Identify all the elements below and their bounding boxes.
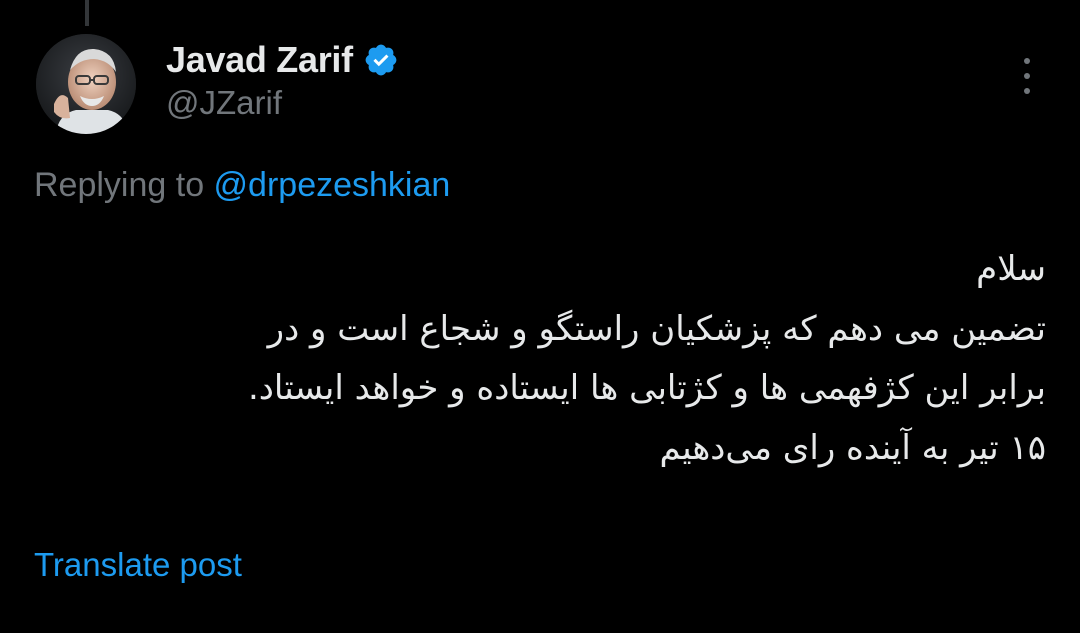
author-display-name[interactable]: Javad Zarif	[166, 39, 353, 81]
more-dot	[1024, 73, 1030, 79]
avatar[interactable]	[36, 34, 136, 134]
post-line: ۱۵ تیر به آینده رای می‌دهیم	[659, 427, 1046, 468]
more-dot	[1024, 58, 1030, 64]
replying-to-prefix: Replying to	[34, 166, 214, 204]
post-text: سلام تضمین می دهم که پزشکیان راستگو و شج…	[26, 240, 1046, 478]
verified-badge-icon[interactable]	[363, 42, 399, 78]
post-line: برابر این کژفهمی ها و کژتابی ها ایستاده …	[247, 368, 1046, 408]
post-line: تضمین می دهم که پزشکیان راستگو و شجاع اس…	[267, 308, 1046, 349]
more-dot	[1024, 88, 1030, 94]
replying-to-line: Replying to @drpezeshkian	[34, 166, 450, 205]
thread-connector-line	[85, 0, 89, 26]
translate-post-link[interactable]: Translate post	[34, 546, 242, 584]
reply-target-link[interactable]: @drpezeshkian	[214, 166, 451, 204]
post-line: سلام	[976, 249, 1046, 289]
author-handle[interactable]: @JZarif	[166, 84, 282, 122]
more-options-icon[interactable]	[1010, 54, 1044, 98]
user-avatar-photo-icon	[36, 34, 136, 134]
author-name-row[interactable]: Javad Zarif	[166, 38, 399, 82]
